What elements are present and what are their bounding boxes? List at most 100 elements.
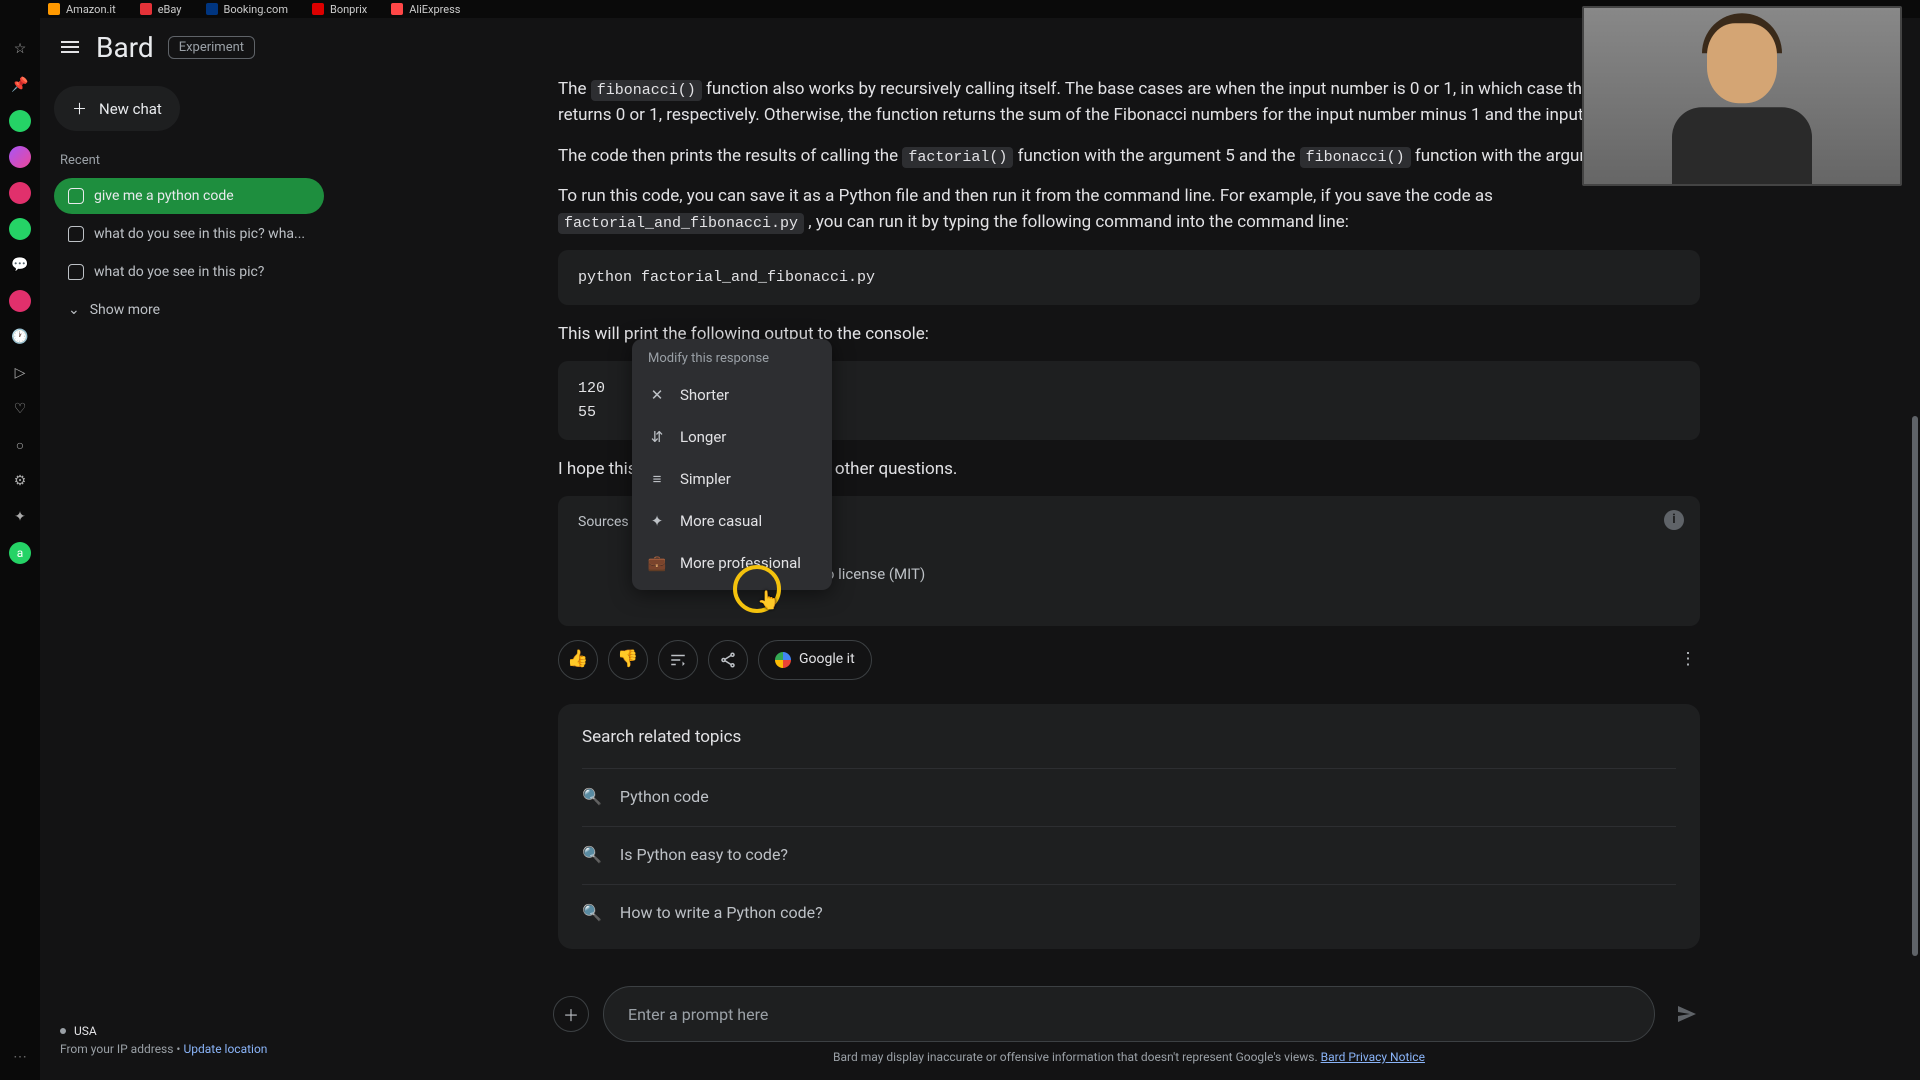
country-row: USA xyxy=(60,1024,318,1038)
ext-instagram-icon[interactable] xyxy=(9,290,31,312)
google-logo-icon xyxy=(775,652,791,668)
ext-icon[interactable] xyxy=(9,182,31,204)
inline-code: factorial_and_fibonacci.py xyxy=(558,213,804,234)
modify-response-menu: Modify this response ✕ Shorter ⇵ Longer … xyxy=(632,339,832,590)
related-title: Search related topics xyxy=(582,724,1676,750)
bookmark-ebay[interactable]: eBay xyxy=(140,3,182,16)
chevron-down-icon: ⌄ xyxy=(68,302,80,318)
modify-shorter[interactable]: ✕ Shorter xyxy=(632,374,832,416)
related-item[interactable]: 🔍 Python code xyxy=(582,768,1676,826)
inline-code: fibonacci() xyxy=(591,80,702,101)
chat-icon xyxy=(68,264,84,280)
recent-label: Recent xyxy=(60,153,324,168)
ext-more-icon[interactable]: ⋯ xyxy=(9,1046,31,1068)
inline-code: fibonacci() xyxy=(1300,147,1411,168)
google-it-label: Google it xyxy=(799,649,855,671)
info-icon[interactable]: i xyxy=(1664,510,1684,530)
bookmark-booking[interactable]: Booking.com xyxy=(206,3,288,16)
related-item-label: How to write a Python code? xyxy=(620,901,823,926)
webcam-overlay xyxy=(1582,6,1902,186)
related-item[interactable]: 🔍 Is Python easy to code? xyxy=(582,826,1676,884)
plus-icon: ＋ xyxy=(72,98,87,119)
input-area: ＋ Bard may display inaccurate or offensi… xyxy=(529,976,1729,1080)
modify-item-label: Simpler xyxy=(680,470,731,488)
left-panel: ＋ New chat Recent give me a python code … xyxy=(40,76,338,1080)
modify-more-casual[interactable]: ✦ More casual xyxy=(632,500,832,542)
code-block: python factorial_and_fibonacci.py xyxy=(558,250,1700,305)
scrollbar-thumb[interactable] xyxy=(1912,416,1918,956)
chat-icon xyxy=(68,188,84,204)
chat-item-label: give me a python code xyxy=(94,188,234,204)
briefcase-icon: 💼 xyxy=(648,554,666,572)
ext-circle-icon[interactable]: ○ xyxy=(9,434,31,456)
modify-menu-title: Modify this response xyxy=(632,339,832,374)
modify-simpler[interactable]: ≡ Simpler xyxy=(632,458,832,500)
casual-icon: ✦ xyxy=(648,512,666,530)
close-icon: ✕ xyxy=(648,386,666,404)
ext-play-icon[interactable]: ▷ xyxy=(9,362,31,384)
google-it-button[interactable]: Google it xyxy=(758,640,872,680)
prompt-input[interactable] xyxy=(603,986,1655,1042)
chat-item[interactable]: what do yoe see in this pic? xyxy=(54,254,324,290)
bookmark-aliexpress[interactable]: AliExpress xyxy=(391,3,460,16)
modify-more-professional[interactable]: 💼 More professional xyxy=(632,542,832,584)
chat-item-label: what do you see in this pic? wha... xyxy=(94,226,305,242)
extension-sidebar: ☆ 📌 💬 🕐 ▷ ♡ ○ ⚙ ✦ a ⋯ xyxy=(0,18,40,1080)
chat-item[interactable]: what do you see in this pic? wha... xyxy=(54,216,324,252)
related-item-label: Python code xyxy=(620,785,709,810)
related-item-label: Is Python easy to code? xyxy=(620,843,788,868)
ext-sparkle-icon[interactable]: ✦ xyxy=(9,506,31,528)
show-more-label: Show more xyxy=(90,302,160,318)
bookmark-bonprix[interactable]: Bonprix xyxy=(312,3,367,16)
modify-longer[interactable]: ⇵ Longer xyxy=(632,416,832,458)
bookmark-amazon[interactable]: Amazon.it xyxy=(48,3,116,16)
modify-item-label: More professional xyxy=(680,554,801,572)
more-options-button[interactable]: ⋮ xyxy=(1676,646,1700,672)
add-attachment-button[interactable]: ＋ xyxy=(553,996,589,1032)
related-topics-box: Search related topics 🔍 Python code 🔍 Is… xyxy=(558,704,1700,950)
new-chat-label: New chat xyxy=(99,100,162,118)
privacy-notice-link[interactable]: Bard Privacy Notice xyxy=(1321,1050,1425,1064)
ext-chat-icon[interactable]: 💬 xyxy=(9,254,31,276)
disclaimer: Bard may display inaccurate or offensive… xyxy=(553,1042,1705,1074)
show-more-button[interactable]: ⌄ Show more xyxy=(54,292,324,328)
location-dot-icon xyxy=(60,1028,66,1034)
ext-messenger-icon[interactable] xyxy=(9,146,31,168)
hamburger-menu-icon[interactable] xyxy=(58,35,82,59)
update-location-link[interactable]: Update location xyxy=(183,1042,267,1056)
ext-clock-icon[interactable]: 🕐 xyxy=(9,326,31,348)
thumbs-down-button[interactable]: 👎 xyxy=(608,640,648,680)
share-button[interactable] xyxy=(708,640,748,680)
modify-item-label: Shorter xyxy=(680,386,729,404)
ext-whatsapp2-icon[interactable] xyxy=(9,218,31,240)
modify-response-button[interactable] xyxy=(658,640,698,680)
ext-heart-icon[interactable]: ♡ xyxy=(9,398,31,420)
chat-item-label: what do yoe see in this pic? xyxy=(94,264,264,280)
center-pane: The fibonacci() function also works by r… xyxy=(338,76,1920,1080)
chat-item-active[interactable]: give me a python code xyxy=(54,178,324,214)
ext-whatsapp-icon[interactable] xyxy=(9,110,31,132)
experiment-badge: Experiment xyxy=(168,36,255,59)
search-icon: 🔍 xyxy=(582,901,602,926)
modify-item-label: More casual xyxy=(680,512,762,530)
inline-code: factorial() xyxy=(902,147,1013,168)
new-chat-button[interactable]: ＋ New chat xyxy=(54,86,180,131)
ext-pin-icon[interactable]: 📌 xyxy=(9,74,31,96)
modify-item-label: Longer xyxy=(680,428,726,446)
ip-text: From your IP address • xyxy=(60,1042,183,1056)
app-title: Bard xyxy=(96,31,154,64)
expand-icon: ⇵ xyxy=(648,428,666,446)
search-icon: 🔍 xyxy=(582,785,602,810)
lines-icon: ≡ xyxy=(648,470,666,488)
ext-gear-icon[interactable]: ⚙ xyxy=(9,470,31,492)
ext-pin-icon[interactable]: ☆ xyxy=(9,38,31,60)
content-scroll[interactable]: The fibonacci() function also works by r… xyxy=(338,76,1920,976)
thumbs-up-button[interactable]: 👍 xyxy=(558,640,598,680)
ext-a-icon[interactable]: a xyxy=(9,542,31,564)
country-label: USA xyxy=(74,1024,97,1038)
related-item[interactable]: 🔍 How to write a Python code? xyxy=(582,884,1676,942)
action-bar: 👍 👎 Google it xyxy=(558,640,1700,680)
search-icon: 🔍 xyxy=(582,843,602,868)
send-button[interactable] xyxy=(1669,996,1705,1032)
chat-icon xyxy=(68,226,84,242)
